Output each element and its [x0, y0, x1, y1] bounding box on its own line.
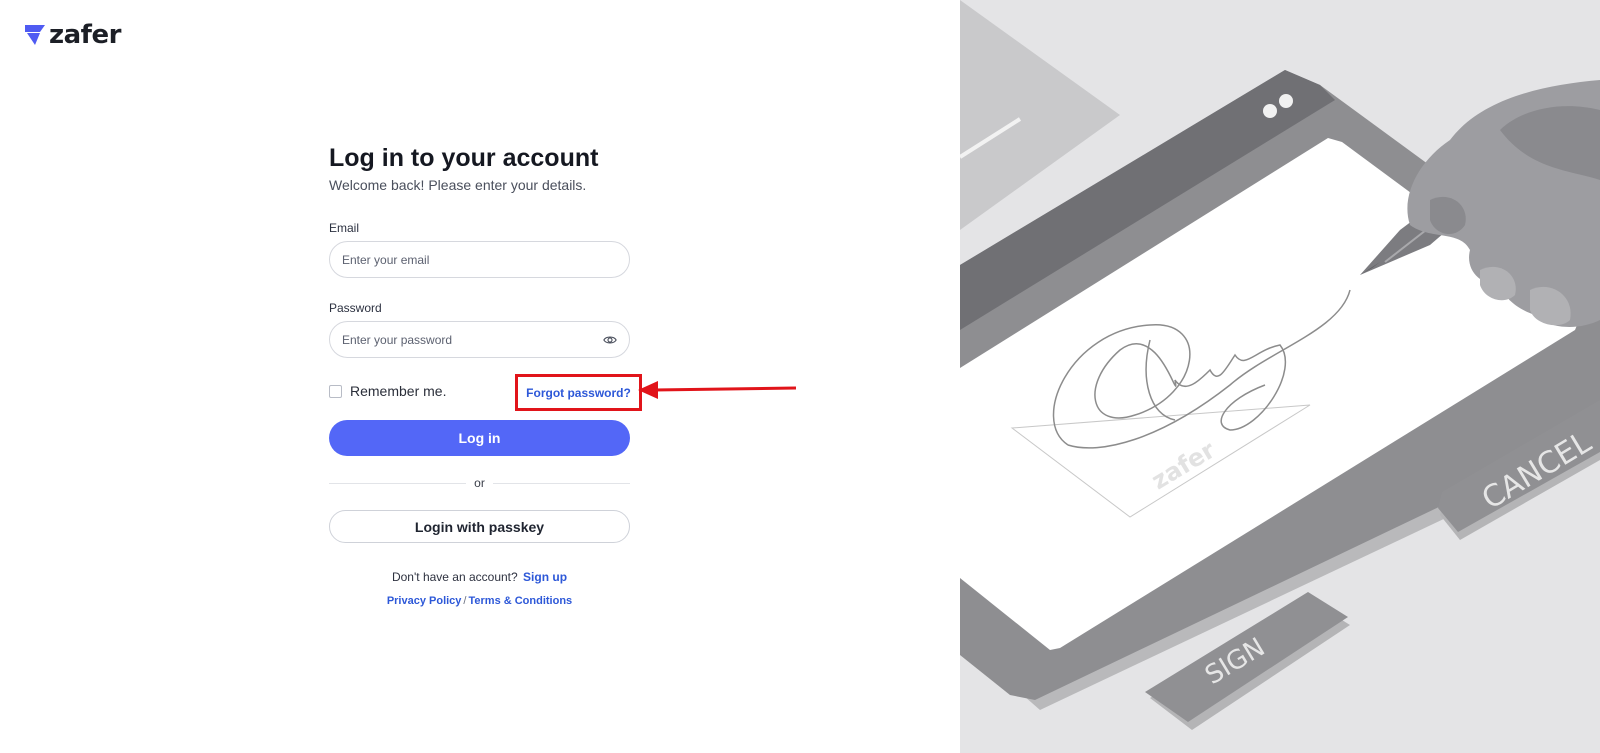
page-title: Log in to your account [329, 144, 599, 172]
remember-me[interactable]: Remember me. [329, 383, 446, 399]
zafer-logo-icon [25, 25, 45, 45]
divider-line-right [492, 482, 631, 484]
email-input[interactable] [342, 252, 617, 267]
legal-separator: / [463, 595, 467, 607]
brand-name: zafer [49, 20, 121, 50]
login-form: Log in to your account Welcome back! Ple… [329, 142, 630, 194]
login-button[interactable]: Log in [329, 420, 630, 456]
divider-label: or [474, 476, 485, 490]
terms-link[interactable]: Terms & Conditions [468, 595, 572, 607]
tablet-signature-illustration: zafer CANCEL SIGN [960, 0, 1600, 730]
passkey-login-button[interactable]: Login with passkey [329, 510, 630, 543]
signup-row: Don't have an account? Sign up [329, 570, 630, 584]
login-panel: zafer Log in to your account Welcome bac… [0, 0, 960, 753]
or-divider: or [329, 476, 631, 490]
password-label: Password [329, 301, 382, 315]
remember-checkbox[interactable] [329, 384, 342, 398]
signup-prompt: Don't have an account? [391, 570, 518, 584]
privacy-policy-link[interactable]: Privacy Policy [387, 595, 462, 607]
password-input[interactable] [342, 332, 603, 347]
window-dot-icon [1263, 104, 1277, 118]
window-dot-icon [1279, 94, 1293, 108]
signing-illustration: zafer CANCEL SIGN [960, 0, 1600, 753]
forgot-password-link[interactable]: Forgot password? [526, 386, 631, 400]
divider-line-left [329, 482, 467, 484]
legal-links: Privacy Policy / Terms & Conditions [329, 595, 630, 607]
eye-icon[interactable] [603, 333, 617, 347]
remember-label: Remember me. [350, 383, 447, 399]
annotation-arrow [638, 381, 796, 399]
forgot-password-highlight: Forgot password? [515, 374, 642, 411]
email-label: Email [329, 221, 360, 235]
email-field[interactable] [329, 241, 630, 278]
brand-logo[interactable]: zafer [25, 20, 121, 50]
signup-link[interactable]: Sign up [523, 570, 567, 584]
password-field[interactable] [329, 321, 630, 358]
page-subtitle: Welcome back! Please enter your details. [329, 177, 587, 193]
